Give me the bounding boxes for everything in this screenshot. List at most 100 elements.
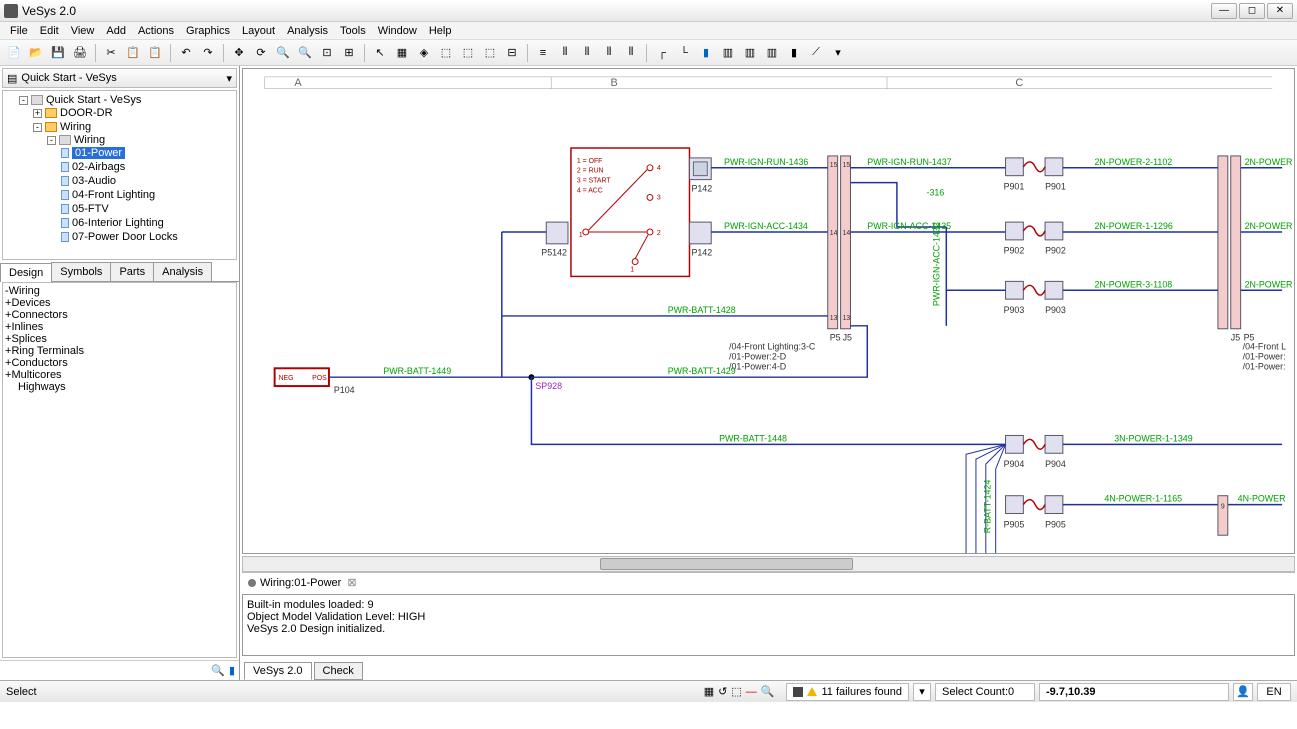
menu-help[interactable]: Help [423, 23, 458, 39]
maximize-button[interactable]: ◻ [1239, 3, 1265, 19]
svg-text:J5: J5 [1231, 333, 1240, 343]
design-conductors[interactable]: +Conductors [5, 357, 234, 369]
console-tab-vesys[interactable]: VeSys 2.0 [244, 662, 312, 680]
menu-window[interactable]: Window [372, 23, 423, 39]
align-icon[interactable]: ≡ [533, 43, 553, 63]
zoom-area-icon[interactable]: ⊞ [339, 43, 359, 63]
paste-icon[interactable]: 📋 [145, 43, 165, 63]
route1-icon[interactable]: ┌ [652, 43, 672, 63]
connector-p5142[interactable]: P5142 [541, 222, 568, 258]
snap-icon[interactable]: ◈ [414, 43, 434, 63]
filter-icon[interactable]: ▮ [229, 664, 235, 677]
status-failures[interactable]: 11 failures found [786, 683, 909, 701]
menu-actions[interactable]: Actions [132, 23, 180, 39]
undo-icon[interactable]: ↶ [176, 43, 196, 63]
zoom-fit-icon[interactable]: ⊡ [317, 43, 337, 63]
design-ring-terminals[interactable]: +Ring Terminals [5, 345, 234, 357]
status-icon[interactable]: 🔍 [761, 685, 775, 698]
project-tree[interactable]: -Quick Start - VeSys +DOOR-DR -Wiring -W… [2, 90, 237, 260]
route2-icon[interactable]: └ [674, 43, 694, 63]
scrollbar-thumb[interactable] [600, 558, 852, 570]
tab-design[interactable]: Design [0, 263, 52, 282]
doc-tab-close-icon[interactable]: ⊠ [347, 576, 356, 589]
design-splices[interactable]: +Splices [5, 333, 234, 345]
tree-item-04-front-lighting[interactable]: 04-Front Lighting [61, 188, 234, 202]
horizontal-scrollbar[interactable] [242, 556, 1295, 572]
tab-symbols[interactable]: Symbols [51, 262, 111, 281]
comp3-icon[interactable]: ▥ [740, 43, 760, 63]
menu-file[interactable]: File [4, 23, 34, 39]
menu-analysis[interactable]: Analysis [281, 23, 334, 39]
design-devices[interactable]: +Devices [5, 297, 234, 309]
cut-icon[interactable]: ✂ [101, 43, 121, 63]
nav-icon[interactable]: ✥ [229, 43, 249, 63]
refresh-icon[interactable]: ⟳ [251, 43, 271, 63]
quickstart-header[interactable]: ▤ Quick Start - VeSys ▾ [2, 68, 237, 88]
console-tab-check[interactable]: Check [314, 662, 363, 680]
open-icon[interactable]: 📂 [26, 43, 46, 63]
tree-item-05-ftv[interactable]: 05-FTV [61, 202, 234, 216]
tool4-icon[interactable]: ⊟ [502, 43, 522, 63]
svg-text:2N-POWER: 2N-POWER [1245, 221, 1293, 231]
tree-item-02-airbags[interactable]: 02-Airbags [61, 160, 234, 174]
print-icon[interactable]: 🖨 [70, 43, 90, 63]
tool2-icon[interactable]: ⬚ [458, 43, 478, 63]
design-connectors[interactable]: +Connectors [5, 309, 234, 321]
align4-icon[interactable]: ⫴ [599, 43, 619, 63]
status-icon[interactable]: ↺ [718, 685, 727, 698]
design-tree[interactable]: -Wiring +Devices +Connectors +Inlines +S… [2, 282, 237, 658]
status-icon[interactable]: ⬚ [731, 685, 741, 698]
tab-parts[interactable]: Parts [110, 262, 154, 281]
tree-item-01-power[interactable]: 01-Power [61, 146, 234, 160]
status-icon[interactable]: ▦ [704, 685, 714, 698]
menu-layout[interactable]: Layout [236, 23, 281, 39]
status-filter[interactable]: ▾ [913, 683, 931, 701]
chevron-down-icon[interactable]: ▾ [226, 72, 232, 85]
design-multicores[interactable]: +Multicores [5, 369, 234, 381]
status-lang[interactable]: EN [1257, 683, 1291, 701]
menu-add[interactable]: Add [100, 23, 132, 39]
grid-icon[interactable]: ▦ [392, 43, 412, 63]
svg-text:P905: P905 [1004, 519, 1025, 529]
comp4-icon[interactable]: ▥ [762, 43, 782, 63]
zoom-in-icon[interactable]: 🔍 [273, 43, 293, 63]
tab-analysis[interactable]: Analysis [153, 262, 212, 281]
zoom-out-icon[interactable]: 🔍 [295, 43, 315, 63]
status-user-icon[interactable]: 👤 [1233, 683, 1253, 701]
select-icon[interactable]: ↖ [370, 43, 390, 63]
dd-icon[interactable]: ▾ [828, 43, 848, 63]
connector-p142-mid[interactable]: P142 [689, 222, 712, 258]
align2-icon[interactable]: ⫴ [555, 43, 575, 63]
connector-p142-top[interactable]: P142 [689, 158, 712, 194]
menu-graphics[interactable]: Graphics [180, 23, 236, 39]
design-inlines[interactable]: +Inlines [5, 321, 234, 333]
app-title: VeSys 2.0 [22, 4, 1211, 18]
menu-view[interactable]: View [65, 23, 101, 39]
wire-icon[interactable]: ⟋ [806, 43, 826, 63]
tool-icon[interactable]: ⬚ [436, 43, 456, 63]
tree-item-03-audio[interactable]: 03-Audio [61, 174, 234, 188]
close-button[interactable]: ✕ [1267, 3, 1293, 19]
tree-item-07-power-door[interactable]: 07-Power Door Locks [61, 230, 234, 244]
new-icon[interactable]: 📄 [4, 43, 24, 63]
comp2-icon[interactable]: ▥ [718, 43, 738, 63]
minimize-button[interactable]: — [1211, 3, 1237, 19]
tool3-icon[interactable]: ⬚ [480, 43, 500, 63]
comp5-icon[interactable]: ▮ [784, 43, 804, 63]
menu-edit[interactable]: Edit [34, 23, 65, 39]
search-icon[interactable]: 🔍 [211, 664, 225, 677]
doc-status-icon [248, 579, 256, 587]
tree-item-06-interior[interactable]: 06-Interior Lighting [61, 216, 234, 230]
comp1-icon[interactable]: ▮ [696, 43, 716, 63]
align5-icon[interactable]: ⫴ [621, 43, 641, 63]
design-highways[interactable]: Highways [5, 381, 234, 393]
status-icon[interactable]: — [746, 686, 757, 698]
doc-tab-label[interactable]: Wiring:01-Power [260, 577, 341, 589]
redo-icon[interactable]: ↷ [198, 43, 218, 63]
save-icon[interactable]: 💾 [48, 43, 68, 63]
align3-icon[interactable]: ⫴ [577, 43, 597, 63]
copy-icon[interactable]: 📋 [123, 43, 143, 63]
svg-text:POS: POS [312, 375, 327, 382]
menu-tools[interactable]: Tools [334, 23, 372, 39]
diagram-canvas[interactable]: A B C NEG POS P104 1 = OFF 2 = RUN 3 = S… [242, 68, 1295, 554]
